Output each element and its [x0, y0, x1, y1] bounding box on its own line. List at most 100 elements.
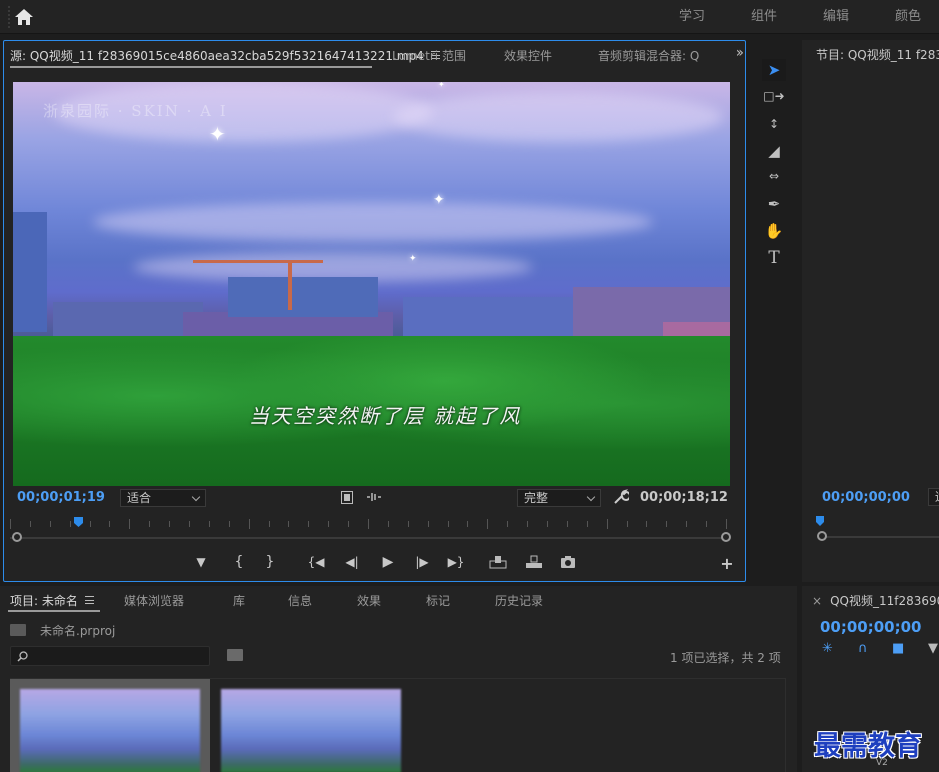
more-panels-icon[interactable]: ›› [736, 45, 744, 61]
ruler-tick [706, 521, 707, 527]
mark-out-icon[interactable]: } [263, 553, 277, 571]
step-forward-icon[interactable]: |▶ [414, 553, 430, 571]
tab-media-browser[interactable]: 媒体浏览器 [124, 592, 184, 609]
active-tab-indicator [10, 66, 372, 68]
audio-waveform-icon[interactable] [366, 492, 382, 502]
snap-icon[interactable]: ✳ [822, 641, 833, 656]
tab-effects[interactable]: 效果 [357, 592, 381, 609]
project-items-grid [10, 678, 786, 772]
timeline-marker-icon[interactable]: ▼ [928, 641, 938, 656]
workspace-tab-color[interactable]: 颜色 [872, 0, 939, 34]
ruler-tick [428, 521, 429, 527]
slip-tool-icon[interactable]: ⇔ [762, 165, 786, 187]
camera-icon[interactable] [560, 555, 576, 569]
zoom-scrollbar[interactable] [10, 537, 726, 539]
ruler-tick [507, 521, 508, 527]
tab-project[interactable]: 项目: 未命名 [10, 592, 94, 609]
wrench-icon[interactable] [613, 489, 629, 505]
ruler-tick [129, 519, 130, 529]
program-zoom-dropdown[interactable]: 适 [928, 488, 939, 506]
ruler-tick [666, 521, 667, 527]
source-video-frame[interactable]: ✦ ✦ ✦ ✦ 浙泉园际 · SKIN · A I 当天空突然断了层 就起了风 [13, 82, 730, 486]
ruler-tick [368, 519, 369, 529]
selection-tool-icon[interactable]: ➤ [762, 59, 786, 81]
mark-in-icon[interactable]: { [232, 553, 246, 571]
new-bin-icon[interactable] [227, 649, 243, 661]
ripple-edit-tool-icon[interactable]: ↕ [762, 113, 786, 135]
bar-grip [8, 6, 10, 28]
ruler-tick [627, 521, 628, 527]
ruler-tick [567, 521, 568, 527]
add-marker-icon[interactable]: ▼ [194, 553, 208, 571]
tab-audio-clip-mixer[interactable]: 音频剪辑混合器: Q [598, 47, 699, 64]
ruler-tick [547, 521, 548, 527]
workspace-tabs: 学习 组件 编辑 颜色 [656, 0, 939, 34]
source-controls-row: 00;00;01;19 适合 完整 00;00;18;12 [4, 488, 745, 510]
home-icon[interactable] [14, 8, 34, 26]
scrollbar-handle-right[interactable] [721, 532, 731, 542]
track-select-tool-icon[interactable]: □➜ [762, 85, 786, 107]
panel-menu-icon[interactable] [84, 596, 94, 604]
type-tool-icon[interactable]: T [762, 247, 786, 269]
tab-lumetri-scopes[interactable]: Lumetri 范围 [392, 47, 466, 64]
media-thumbnail[interactable] [221, 689, 401, 772]
add-button-icon[interactable]: + [720, 555, 734, 573]
source-time-ruler[interactable] [10, 517, 727, 531]
ruler-tick [209, 521, 210, 527]
zoom-dropdown[interactable]: 适合 [120, 489, 206, 507]
razor-tool-icon[interactable]: ◢ [762, 140, 786, 162]
hand-tool-icon[interactable]: ✋ [762, 220, 786, 242]
tools-panel: ➤ □➜ ↕ ◢ ⇔ ✒ ✋ T [759, 57, 787, 577]
ruler-tick [527, 521, 528, 527]
ruler-tick [249, 519, 250, 529]
media-thumbnail[interactable] [20, 689, 200, 772]
pen-tool-icon[interactable]: ✒ [762, 193, 786, 215]
tab-markers[interactable]: 标记 [426, 592, 450, 609]
overwrite-icon[interactable] [525, 555, 543, 569]
workspace-tab-assembly[interactable]: 组件 [728, 0, 800, 34]
go-to-in-icon[interactable]: {◀ [306, 553, 326, 571]
program-current-time[interactable]: 00;00;00;00 [822, 490, 910, 505]
scrollbar-handle-left[interactable] [12, 532, 22, 542]
sparkle-icon: ✦ [433, 192, 445, 208]
tab-libraries[interactable]: 库 [233, 592, 245, 609]
program-scrollbar-handle[interactable] [817, 531, 827, 541]
program-panel-title[interactable]: 节目: QQ视频_11 f28369015 [816, 46, 939, 63]
program-playhead[interactable] [816, 516, 824, 526]
program-scrollbar[interactable] [818, 536, 939, 538]
zoom-value: 适合 [127, 491, 152, 505]
project-file-name: 未命名.prproj [40, 624, 116, 638]
sparkle-icon: ✦ [438, 82, 445, 89]
timeline-sequence-tab[interactable]: × QQ视频_11f28369015 [812, 592, 939, 609]
close-icon[interactable]: × [812, 594, 822, 608]
workspace-tab-learn[interactable]: 学习 [656, 0, 728, 34]
go-to-out-icon[interactable]: ▶} [446, 553, 466, 571]
project-folder-icon [10, 624, 26, 636]
active-tab-indicator [8, 610, 100, 612]
tab-effect-controls[interactable]: 效果控件 [504, 47, 552, 64]
play-icon[interactable]: ▶ [380, 553, 396, 571]
playhead[interactable] [74, 517, 83, 527]
ruler-tick [646, 521, 647, 527]
workspace-tab-editing[interactable]: 编辑 [800, 0, 872, 34]
step-back-icon[interactable]: ◀| [344, 553, 360, 571]
source-panel-tabs: 源: QQ视频_11 f28369015ce4860aea32cba529f53… [4, 41, 745, 69]
tab-history[interactable]: 历史记录 [495, 592, 543, 609]
playback-resolution-dropdown[interactable]: 完整 [517, 489, 601, 507]
video-subtitle: 当天空突然断了层 就起了风 [249, 404, 522, 428]
tab-source[interactable]: 源: QQ视频_11 f28369015ce4860aea32cba529f53… [10, 47, 440, 64]
add-marker-timeline-icon[interactable]: ■ [892, 641, 904, 656]
building [228, 277, 378, 317]
chevron-down-icon [191, 492, 201, 502]
film-strip-icon[interactable] [341, 491, 353, 504]
ruler-tick [388, 521, 389, 527]
source-current-time[interactable]: 00;00;01;19 [17, 490, 105, 505]
insert-icon[interactable] [489, 555, 507, 569]
ruler-tick [10, 519, 11, 529]
ruler-tick [587, 521, 588, 527]
project-search-input[interactable] [10, 646, 210, 666]
timeline-current-time[interactable]: 00;00;00;00 [820, 618, 922, 636]
tab-info[interactable]: 信息 [288, 592, 312, 609]
linked-selection-icon[interactable]: ∩ [858, 641, 868, 656]
ruler-tick [328, 521, 329, 527]
